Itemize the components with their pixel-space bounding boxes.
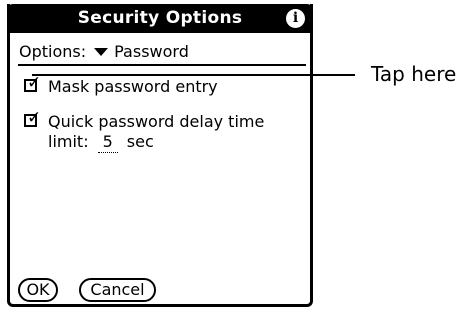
dropdown-triangle-icon[interactable] <box>94 47 109 56</box>
quick-password-row[interactable]: ✓ Quick password delay time limit: 5 sec <box>24 110 264 153</box>
checkmark-icon: ✓ <box>27 108 42 128</box>
mask-password-label: Mask password entry <box>48 77 218 96</box>
info-icon[interactable]: i <box>286 9 305 28</box>
mask-password-row[interactable]: ✓ Mask password entry <box>24 75 218 97</box>
options-label: Options: <box>19 42 87 61</box>
checkmark-icon: ✓ <box>27 73 42 93</box>
quick-password-label-block: Quick password delay time limit: 5 sec <box>48 112 264 153</box>
ok-button[interactable]: OK <box>18 278 58 302</box>
delay-limit-label: limit: <box>48 132 89 151</box>
delay-limit-field[interactable]: 5 <box>97 132 118 153</box>
quick-password-checkbox[interactable]: ✓ <box>24 110 41 127</box>
delay-limit-line: limit: 5 sec <box>48 132 264 153</box>
divider <box>18 64 306 66</box>
mask-password-checkbox[interactable]: ✓ <box>24 75 41 92</box>
quick-password-label: Quick password delay time <box>48 112 265 131</box>
callout-line <box>32 74 355 76</box>
dialog-title: Security Options <box>77 8 243 28</box>
options-selector[interactable]: Options: Password <box>19 42 189 61</box>
callout-text: Tap here <box>371 62 457 86</box>
cancel-button[interactable]: Cancel <box>79 278 156 302</box>
delay-unit-label: sec <box>126 132 154 151</box>
options-selected-value[interactable]: Password <box>114 42 189 61</box>
dialog-titlebar: Security Options i <box>7 4 313 33</box>
